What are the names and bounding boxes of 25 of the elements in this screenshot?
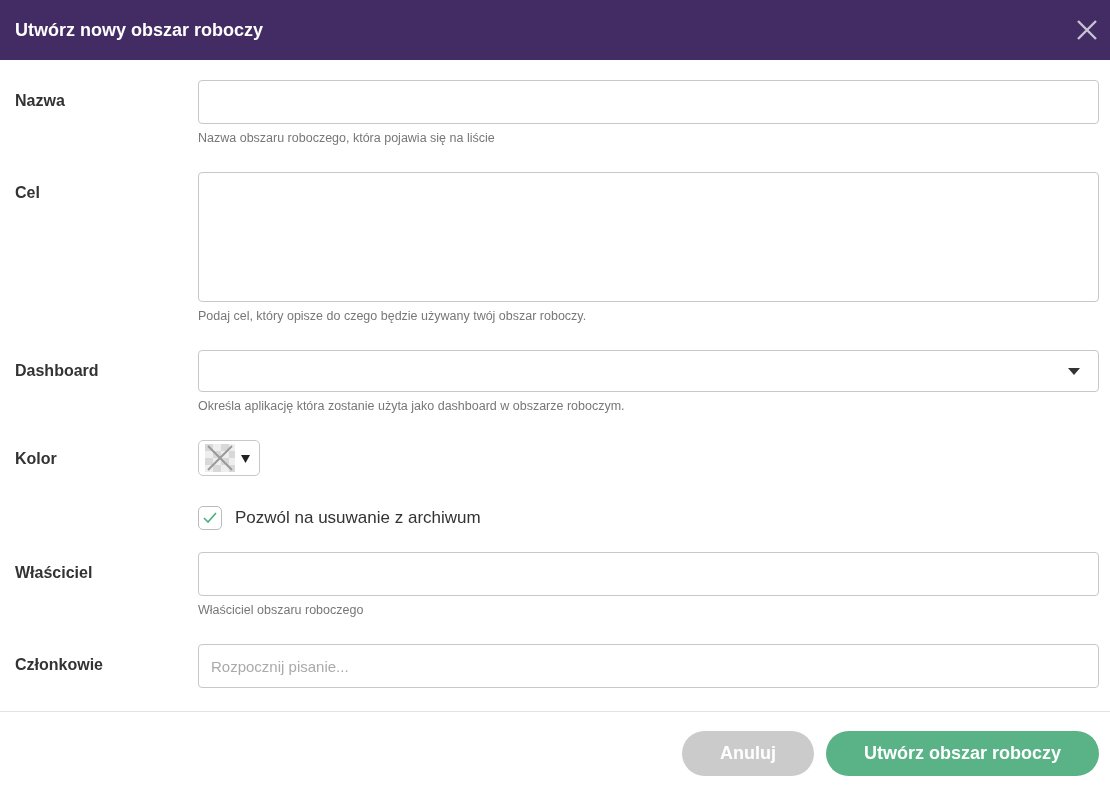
field-label: Właściciel [15, 563, 94, 583]
text-field[interactable] [198, 552, 1099, 596]
no-color-icon [205, 444, 235, 472]
field-label: Członkowie [15, 655, 104, 675]
dialog-title: Utwórz nowy obszar roboczy [15, 19, 264, 41]
checkbox-label: Pozwól na usuwanie z archiwum [235, 508, 481, 528]
text-field[interactable] [198, 80, 1099, 124]
help-text: Określa aplikację która zostanie użyta jako dashboard w obszarze roboczym. [198, 399, 626, 413]
textarea-field[interactable] [198, 172, 1099, 302]
help-text: Podaj cel, który opisze do czego będzie używany twój obszar roboczy. [198, 309, 588, 323]
close-icon[interactable] [1076, 19, 1098, 41]
caret-icon [241, 453, 250, 463]
help-text: Właściciel obszaru roboczego [198, 603, 365, 617]
help-text: Nazwa obszaru roboczego, która pojawia się na liście [198, 131, 496, 145]
field-label: Dashboard [15, 361, 100, 381]
field-label: Nazwa [15, 91, 66, 111]
checkbox[interactable] [198, 506, 222, 530]
field-label: Cel [15, 183, 41, 203]
color-picker[interactable] [198, 440, 260, 476]
check-icon [203, 512, 217, 524]
dropdown-field[interactable] [198, 350, 1099, 392]
field-label: Kolor [15, 449, 58, 469]
create-button[interactable]: Utwórz obszar roboczy [825, 731, 1099, 776]
caret-icon [1068, 367, 1080, 375]
text-field[interactable]: Rozpocznij pisanie... [198, 644, 1099, 688]
